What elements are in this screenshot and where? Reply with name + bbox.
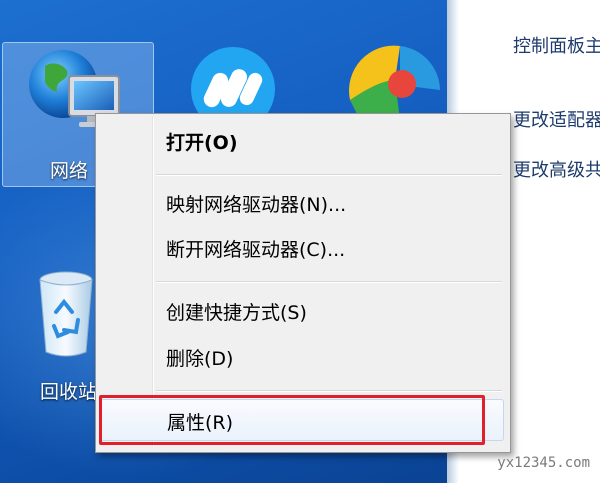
menu-item-map-network-drive[interactable]: 映射网络驱动器(N)...: [100, 182, 504, 224]
menu-item-open[interactable]: 打开(O): [100, 120, 504, 162]
properties-highlight-annotation: [99, 395, 485, 445]
menu-item-delete-label: 删除(D): [166, 348, 234, 370]
control-panel-home-link[interactable]: 控制面板主页: [513, 32, 600, 58]
menu-item-delete[interactable]: 删除(D): [100, 336, 504, 378]
recycle-bin-icon[interactable]: [34, 268, 98, 362]
menu-item-disconnect-network-drive-label: 断开网络驱动器(C)...: [166, 239, 346, 261]
change-sharing-settings-link[interactable]: 更改高级共享设置: [513, 156, 600, 182]
menu-item-disconnect-network-drive[interactable]: 断开网络驱动器(C)...: [100, 227, 504, 269]
recycle-bin-label: 回收站: [40, 381, 98, 403]
menu-separator: [156, 281, 502, 283]
menu-item-map-network-drive-label: 映射网络驱动器(N)...: [166, 194, 347, 216]
menu-item-open-label: 打开(O): [166, 132, 238, 154]
change-adapter-settings-link[interactable]: 更改适配器设置: [513, 106, 600, 132]
app-colorful-icon[interactable]: [340, 40, 440, 124]
menu-separator: [156, 174, 502, 176]
watermark: yx12345.com: [497, 455, 590, 471]
network-icon-label: 网络: [50, 160, 89, 182]
menu-separator: [156, 390, 502, 392]
menu-item-create-shortcut[interactable]: 创建快捷方式(S): [100, 290, 504, 332]
menu-item-create-shortcut-label: 创建快捷方式(S): [166, 302, 307, 324]
